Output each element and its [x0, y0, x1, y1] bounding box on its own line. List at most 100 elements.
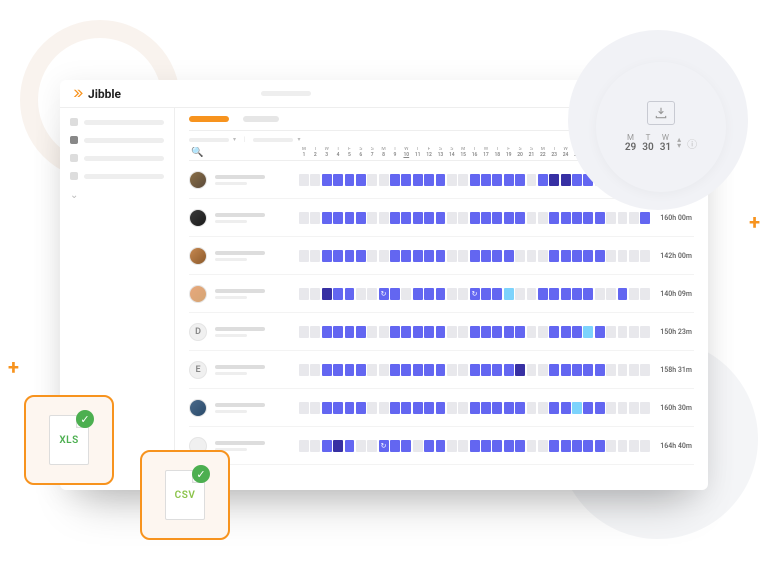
time-cell[interactable]: [561, 364, 571, 376]
time-cell[interactable]: [447, 250, 457, 262]
time-cell[interactable]: [356, 288, 366, 300]
time-cell[interactable]: [515, 174, 525, 186]
time-cell[interactable]: [401, 364, 411, 376]
time-cell[interactable]: [390, 402, 400, 414]
filter-chip[interactable]: ▾: [189, 136, 236, 143]
sidebar-item[interactable]: [70, 154, 164, 162]
time-cell[interactable]: [618, 440, 628, 452]
time-cell[interactable]: [618, 326, 628, 338]
filter-chip[interactable]: ▾: [253, 136, 300, 143]
time-cell[interactable]: [458, 174, 468, 186]
time-cell[interactable]: [572, 364, 582, 376]
time-cell[interactable]: [413, 402, 423, 414]
time-cell[interactable]: [572, 250, 582, 262]
time-cell[interactable]: [367, 326, 377, 338]
time-cell[interactable]: [561, 402, 571, 414]
time-cell[interactable]: [606, 288, 616, 300]
time-cell[interactable]: [515, 212, 525, 224]
time-cell[interactable]: [572, 326, 582, 338]
time-cell[interactable]: [538, 288, 548, 300]
time-cell[interactable]: [538, 250, 548, 262]
time-cell[interactable]: [470, 174, 480, 186]
time-cell[interactable]: [470, 402, 480, 414]
day-header[interactable]: F19: [504, 147, 514, 158]
date-option[interactable]: W31: [660, 133, 671, 153]
time-cell[interactable]: [299, 402, 309, 414]
time-cell[interactable]: [322, 326, 332, 338]
time-cell[interactable]: [379, 288, 389, 300]
time-cell[interactable]: [322, 250, 332, 262]
time-cell[interactable]: [447, 402, 457, 414]
day-header[interactable]: M1: [299, 147, 309, 158]
search-icon[interactable]: 🔍: [191, 147, 203, 158]
export-csv-card[interactable]: CSV ✓: [140, 450, 230, 540]
time-cell[interactable]: [470, 212, 480, 224]
time-cell[interactable]: [379, 212, 389, 224]
time-cell[interactable]: [481, 212, 491, 224]
time-cell[interactable]: [629, 288, 639, 300]
time-cell[interactable]: [310, 212, 320, 224]
time-cell[interactable]: [436, 174, 446, 186]
time-cell[interactable]: [413, 174, 423, 186]
time-cell[interactable]: [356, 250, 366, 262]
day-header[interactable]: T9: [390, 147, 400, 158]
time-cell[interactable]: [527, 364, 537, 376]
time-cell[interactable]: [629, 364, 639, 376]
time-cell[interactable]: [583, 250, 593, 262]
export-xls-card[interactable]: XLS ✓: [24, 395, 114, 485]
time-cell[interactable]: [390, 364, 400, 376]
day-header[interactable]: S20: [515, 147, 525, 158]
time-cell[interactable]: [401, 212, 411, 224]
time-cell[interactable]: [515, 326, 525, 338]
time-cell[interactable]: [549, 402, 559, 414]
time-cell[interactable]: [310, 326, 320, 338]
time-cell[interactable]: [504, 440, 514, 452]
time-cell[interactable]: [515, 402, 525, 414]
time-cell[interactable]: [379, 174, 389, 186]
day-header[interactable]: S7: [367, 147, 377, 158]
time-cell[interactable]: [379, 364, 389, 376]
time-cell[interactable]: [492, 402, 502, 414]
time-cell[interactable]: [322, 402, 332, 414]
time-cell[interactable]: [492, 288, 502, 300]
time-cell[interactable]: [333, 174, 343, 186]
time-cell[interactable]: [470, 288, 480, 300]
day-header[interactable]: W24: [561, 147, 571, 158]
time-cell[interactable]: [640, 440, 650, 452]
avatar[interactable]: [189, 399, 207, 417]
day-header[interactable]: W10: [401, 147, 411, 158]
time-cell[interactable]: [447, 212, 457, 224]
time-cell[interactable]: [504, 212, 514, 224]
time-cell[interactable]: [345, 212, 355, 224]
time-cell[interactable]: [367, 288, 377, 300]
time-cell[interactable]: [379, 440, 389, 452]
time-cell[interactable]: [629, 326, 639, 338]
day-header[interactable]: T18: [492, 147, 502, 158]
day-header[interactable]: F12: [424, 147, 434, 158]
time-cell[interactable]: [424, 212, 434, 224]
time-cell[interactable]: [310, 440, 320, 452]
time-cell[interactable]: [356, 174, 366, 186]
time-cell[interactable]: [436, 212, 446, 224]
time-cell[interactable]: [299, 326, 309, 338]
time-cell[interactable]: [527, 402, 537, 414]
time-cell[interactable]: [515, 288, 525, 300]
time-cell[interactable]: [413, 250, 423, 262]
time-cell[interactable]: [424, 250, 434, 262]
time-cell[interactable]: [413, 364, 423, 376]
time-cell[interactable]: [549, 364, 559, 376]
time-cell[interactable]: [538, 212, 548, 224]
time-cell[interactable]: [436, 440, 446, 452]
time-cell[interactable]: [538, 402, 548, 414]
time-cell[interactable]: [333, 402, 343, 414]
time-cell[interactable]: [447, 174, 457, 186]
time-cell[interactable]: [356, 326, 366, 338]
time-cell[interactable]: [390, 250, 400, 262]
time-cell[interactable]: [367, 402, 377, 414]
time-cell[interactable]: [595, 402, 605, 414]
time-cell[interactable]: [481, 440, 491, 452]
time-cell[interactable]: [436, 288, 446, 300]
time-cell[interactable]: [322, 212, 332, 224]
time-cell[interactable]: [561, 250, 571, 262]
time-cell[interactable]: [401, 174, 411, 186]
